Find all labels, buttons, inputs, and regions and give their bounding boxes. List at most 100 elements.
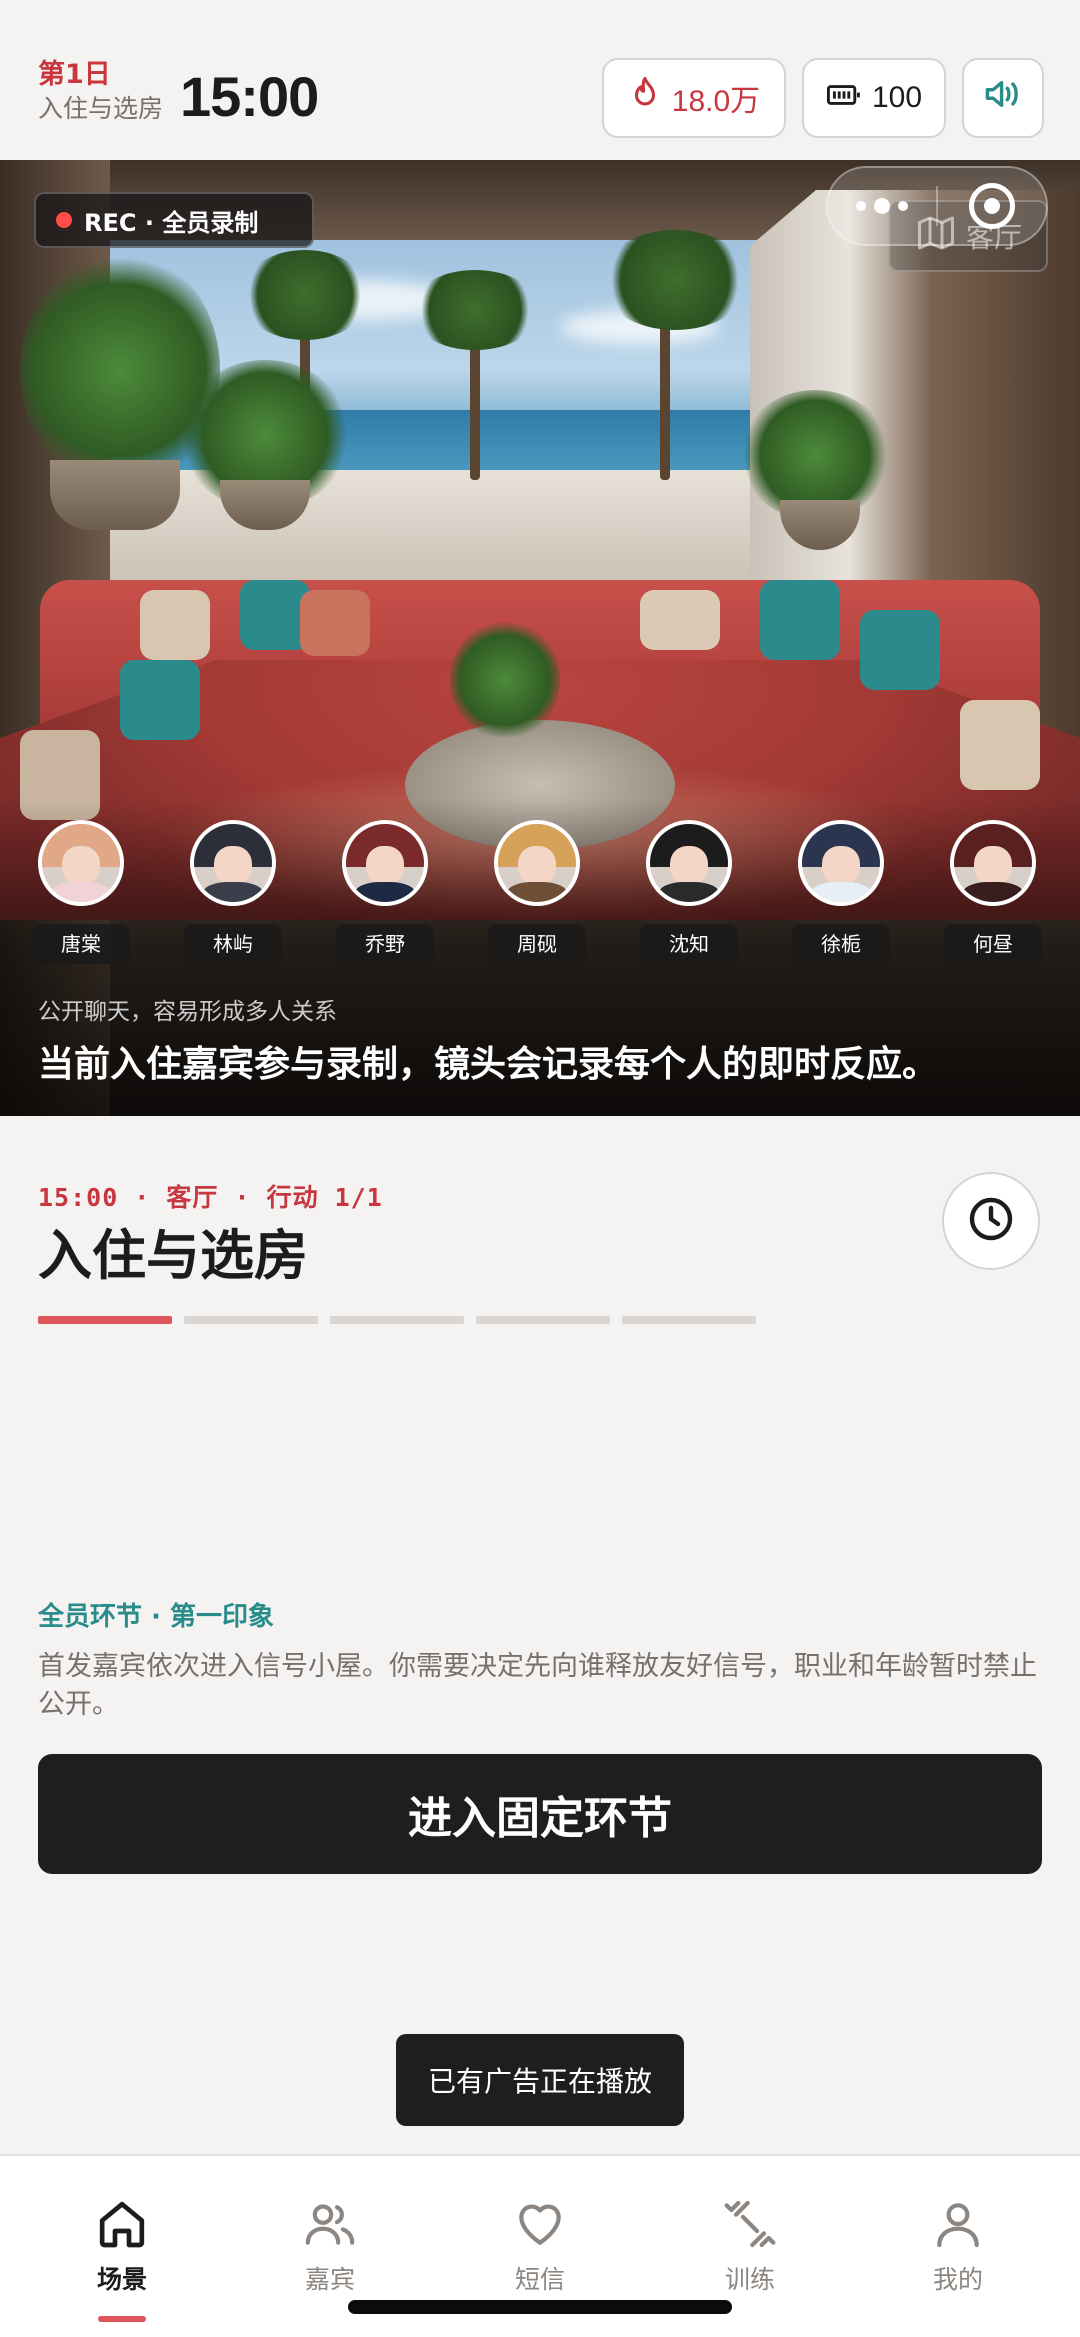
status-header: 第1日 入住与选房 15:00 18.0万 100 [0,0,1080,160]
home-icon [52,2196,192,2252]
day-label: 第1日 [38,59,111,90]
section-description: 首发嘉宾依次进入信号小屋。你需要决定先向谁释放友好信号，职业和年龄暂时禁止公开。 [38,1651,1037,1720]
pillow [760,580,840,660]
pillow [860,610,940,690]
tab-guests[interactable]: 嘉宾 [260,2196,400,2306]
avatar-face [62,845,100,885]
target-icon [968,183,1015,229]
pillow [960,700,1040,790]
active-tab-indicator [98,2316,146,2322]
tab-training[interactable]: 训练 [680,2196,820,2306]
close-miniprogram-button[interactable] [938,168,1046,244]
history-button[interactable] [942,1172,1040,1270]
avatar-face [366,845,404,885]
palm-leaves [410,270,540,350]
pillow [120,660,200,740]
tab-label: 我的 [932,2265,983,2294]
avatar-body [961,881,1025,902]
guest-card[interactable]: 何昼 [938,820,1048,970]
enter-fixed-segment-button[interactable]: 进入固定环节 [38,1754,1042,1874]
miniprogram-capsule [826,166,1048,246]
progress-segment [330,1316,464,1324]
avatar-body [49,881,113,902]
users-icon [260,2196,400,2252]
avatar-body [353,881,417,902]
avatar-face [214,845,252,885]
avatar [494,820,580,906]
tab-label: 嘉宾 [304,2265,355,2294]
tab-label: 场景 [96,2265,147,2294]
game-clock: 15:00 [180,65,319,128]
avatar-face [822,845,860,885]
guest-card[interactable]: 乔野 [330,820,440,970]
scene-view[interactable]: REC · 全员录制 客厅 唐棠 林屿 乔野 周砚 沈知 徐栀 何昼 公开聊天，容易形成多人… [0,160,1080,1116]
section-label: 全员环节 · 第一印象 [38,1602,274,1632]
dumbbell-icon [680,2196,820,2252]
toast: 已有广告正在播放 [396,2034,684,2126]
user-icon [888,2196,1028,2252]
dot-icon [874,198,890,214]
guest-name: 乔野 [336,924,434,964]
dot-icon [856,201,866,211]
day-block: 第1日 入住与选房 [38,58,163,126]
guest-name: 周砚 [488,924,586,964]
guest-card[interactable]: 唐棠 [26,820,136,970]
avatar [342,820,428,906]
guest-name: 沈知 [640,924,738,964]
rec-label: REC · 全员录制 [84,208,259,237]
tab-label: 训练 [724,2265,775,2294]
home-indicator[interactable] [348,2300,732,2314]
avatar [798,820,884,906]
avatar-body [657,881,721,902]
guest-name: 唐棠 [32,924,130,964]
avatar-face [670,845,708,885]
tab-messages[interactable]: 短信 [470,2196,610,2306]
guest-name: 何昼 [944,924,1042,964]
progress-segment [38,1316,172,1324]
energy-value: 100 [871,81,923,114]
avatar [646,820,732,906]
heat-value: 18.0万 [671,85,761,118]
battery-icon [826,81,862,115]
guest-card[interactable]: 沈知 [634,820,744,970]
guest-strip: 唐棠 林屿 乔野 周砚 沈知 徐栀 何昼 [0,820,1080,970]
speaker-icon [983,77,1023,119]
guest-card[interactable]: 周砚 [482,820,592,970]
guest-card[interactable]: 徐栀 [786,820,896,970]
flame-icon [628,75,662,121]
pillow [300,590,370,656]
rec-badge: REC · 全员录制 [34,192,314,248]
avatar-face [518,845,556,885]
progress-segment [184,1316,318,1324]
heat-chip[interactable]: 18.0万 [602,58,786,138]
more-menu-button[interactable] [828,168,936,244]
progress-segment [622,1316,756,1324]
guest-name: 林屿 [184,924,282,964]
heart-icon [470,2196,610,2252]
tab-profile[interactable]: 我的 [888,2196,1028,2306]
energy-chip[interactable]: 100 [802,58,946,138]
clock-icon [967,1195,1015,1247]
pillow [140,590,210,660]
dot-icon [898,201,908,211]
pillow [640,590,720,650]
avatar [38,820,124,906]
avatar [950,820,1036,906]
avatar-body [505,881,569,902]
avatar-body [201,881,265,902]
avatar-body [809,881,873,902]
tab-label: 短信 [514,2265,565,2294]
palm-leaves [240,250,370,340]
avatar-face [974,845,1012,885]
table-plant [450,620,560,740]
palm-leaves [600,230,750,330]
scene-hint: 公开聊天，容易形成多人关系 [38,999,337,1025]
page-title: 入住与选房 [38,1224,308,1287]
scene-caption: 当前入住嘉宾参与录制，镜头会记录每个人的即时反应。 [38,1044,939,1085]
rec-dot-icon [56,212,72,228]
tab-scene[interactable]: 场景 [52,2196,192,2306]
sound-toggle[interactable] [962,58,1044,138]
guest-name: 徐栀 [792,924,890,964]
pot [50,460,180,530]
guest-card[interactable]: 林屿 [178,820,288,970]
